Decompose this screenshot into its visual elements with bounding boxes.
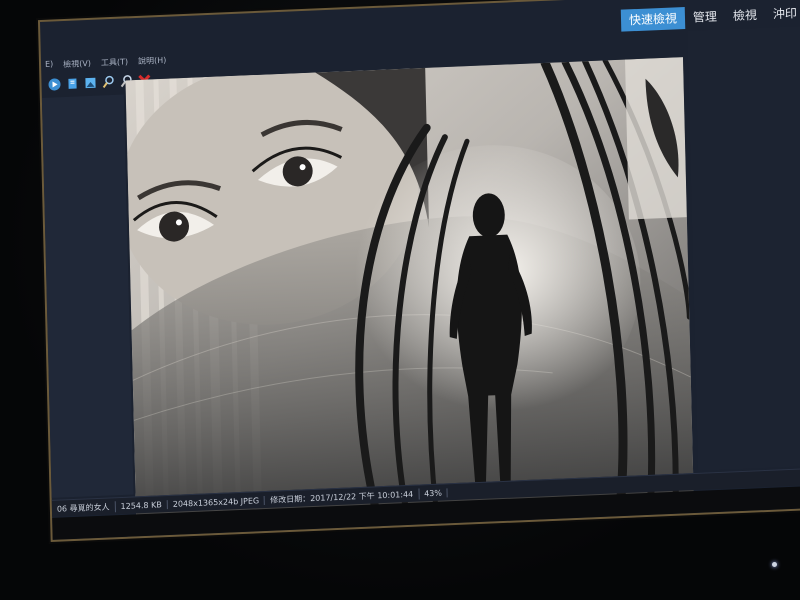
image-icon[interactable]	[83, 76, 97, 91]
screen: 快速檢視 管理 檢視 沖印 E) 檢視(V) 工具(T) 說明(H) 06 尋覓…	[40, 0, 800, 540]
tab-quick-view[interactable]: 快速檢視	[620, 6, 686, 32]
photo-image	[125, 57, 694, 521]
menu-edit[interactable]: E)	[45, 59, 54, 73]
left-panel	[41, 94, 134, 498]
play-icon[interactable]	[47, 77, 61, 92]
status-zoom: 43%	[419, 487, 449, 499]
tab-manage[interactable]: 管理	[685, 5, 726, 29]
photo-view[interactable]	[125, 57, 694, 521]
right-panel	[687, 25, 800, 471]
tab-print[interactable]: 沖印	[765, 2, 800, 26]
status-filesize: 1254.8 KB	[115, 499, 168, 511]
tab-view[interactable]: 檢視	[725, 4, 766, 28]
monitor: 快速檢視 管理 檢視 沖印 E) 檢視(V) 工具(T) 說明(H) 06 尋覓…	[0, 0, 800, 600]
menu-help[interactable]: 說明(H)	[138, 55, 167, 70]
status-filename: 06 尋覓的女人	[51, 500, 116, 515]
status-dimensions: 2048x1365x24b JPEG	[167, 495, 266, 509]
zoom-in-icon[interactable]	[101, 75, 115, 90]
page-icon[interactable]	[65, 76, 79, 91]
power-led	[772, 562, 777, 567]
menu-view[interactable]: 檢視(V)	[63, 58, 91, 73]
menu-tools[interactable]: 工具(T)	[101, 56, 128, 71]
